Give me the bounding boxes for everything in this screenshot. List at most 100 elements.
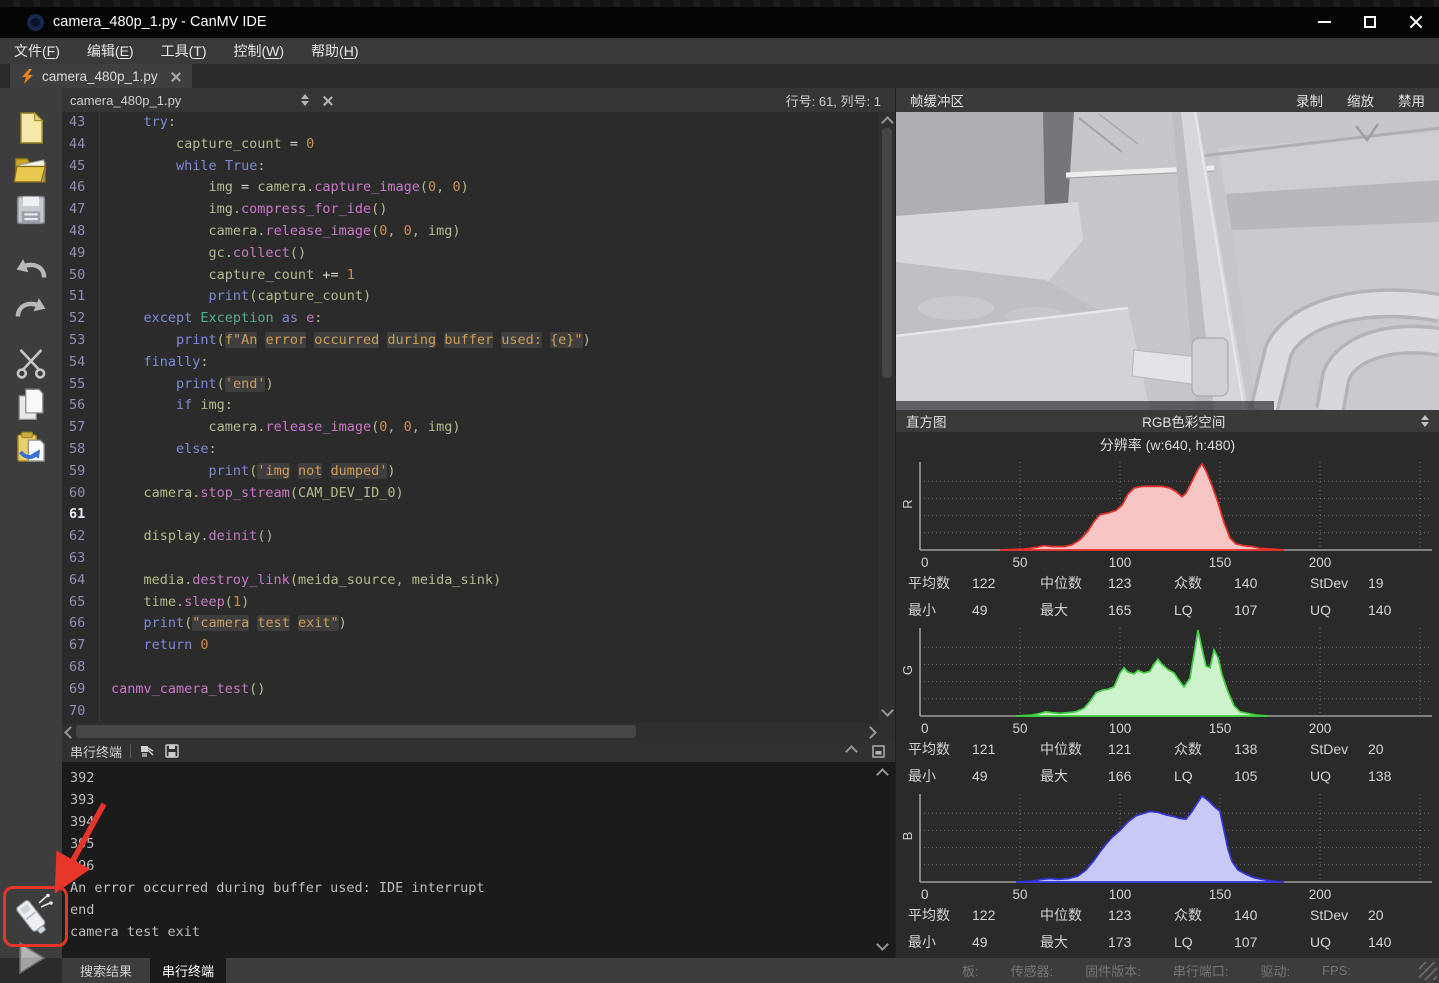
paste-button[interactable]: [15, 431, 47, 465]
scroll-down-icon[interactable]: [881, 704, 894, 717]
code-line-48[interactable]: 48 camera.release_image(0, 0, img): [62, 221, 895, 243]
clear-terminal-icon[interactable]: [139, 744, 155, 759]
close-button[interactable]: [1393, 8, 1439, 36]
menu-tools[interactable]: 工具(T): [161, 41, 207, 61]
stat-label: 众数: [1174, 570, 1234, 596]
colorspace-select[interactable]: RGB色彩空间: [1142, 411, 1225, 431]
record-button[interactable]: 录制: [1296, 90, 1323, 110]
tab-close-icon[interactable]: [170, 71, 181, 82]
histogram-plot-R: 050100150200: [918, 458, 1434, 570]
svg-text:100: 100: [1109, 887, 1132, 902]
run-script-button[interactable]: [18, 942, 46, 979]
code-line-54[interactable]: 54 finally:: [62, 352, 895, 374]
stat-label: LQ: [1174, 597, 1234, 623]
terminal-line: camera test exit: [70, 921, 895, 943]
menu-control[interactable]: 控制(W): [234, 41, 285, 61]
stat-label: 平均数: [908, 736, 972, 762]
line-number: 61: [62, 504, 99, 526]
status-field: 传感器:: [1011, 961, 1054, 980]
scroll-right-icon[interactable]: [864, 726, 877, 739]
editor-header: camera_480p_1.py 行号: 61, 列号: 1: [62, 88, 895, 112]
stat-value: 121: [972, 736, 1040, 762]
tab-label: camera_480p_1.py: [42, 69, 158, 84]
terminal-header: 串行终端: [62, 740, 895, 762]
stat-value: 166: [1108, 763, 1174, 789]
editor-close-icon[interactable]: [322, 95, 333, 106]
line-number: 65: [62, 592, 99, 614]
code-line-60[interactable]: 60 camera.stop_stream(CAM_DEV_ID_0): [62, 483, 895, 505]
stat-label: 最小: [908, 763, 972, 789]
maximize-button[interactable]: [1347, 8, 1393, 36]
code-line-61[interactable]: 61: [62, 504, 895, 526]
menu-edit[interactable]: 编辑(E): [87, 41, 134, 61]
code-line-70[interactable]: 70: [62, 701, 895, 723]
menu-help[interactable]: 帮助(H): [311, 41, 358, 61]
split-updown-icon[interactable]: [301, 94, 309, 106]
frame-buffer-panel: 帧缓冲区 录制 缩放 禁用: [895, 88, 1439, 958]
bottom-tab-search-results[interactable]: 搜索结果: [68, 958, 144, 983]
histogram-header: 直方图 RGB色彩空间: [896, 410, 1439, 432]
code-line-56[interactable]: 56 if img:: [62, 395, 895, 417]
disable-button[interactable]: 禁用: [1398, 90, 1425, 110]
terminal-dock-icon[interactable]: [872, 745, 885, 758]
code-line-47[interactable]: 47 img.compress_for_ide(): [62, 199, 895, 221]
code-line-49[interactable]: 49 gc.collect(): [62, 243, 895, 265]
status-field: 板:: [962, 961, 979, 980]
channel-axis-label: R: [861, 493, 953, 515]
stat-value: 140: [1368, 929, 1439, 955]
camera-preview-image: [896, 112, 1439, 410]
code-line-68[interactable]: 68: [62, 657, 895, 679]
scroll-up-icon[interactable]: [881, 116, 894, 129]
svg-text:200: 200: [1309, 887, 1332, 902]
terminal-collapse-icon[interactable]: [845, 745, 858, 758]
code-line-67[interactable]: 67 return 0: [62, 635, 895, 657]
code-line-65[interactable]: 65 time.sleep(1): [62, 592, 895, 614]
code-line-66[interactable]: 66 print("camera test exit"): [62, 613, 895, 635]
new-file-button[interactable]: [16, 112, 46, 144]
code-editor[interactable]: 43 try:44 capture_count = 045 while True…: [62, 112, 895, 723]
undo-button[interactable]: [14, 252, 48, 282]
svg-text:50: 50: [1012, 887, 1027, 902]
code-line-53[interactable]: 53 print(f"An error occurred during buff…: [62, 330, 895, 352]
zoom-button[interactable]: 缩放: [1347, 90, 1374, 110]
line-number: 55: [62, 374, 99, 396]
stat-label: 中位数: [1040, 902, 1108, 928]
code-line-59[interactable]: 59 print('img not dumped'): [62, 461, 895, 483]
code-line-57[interactable]: 57 camera.release_image(0, 0, img): [62, 417, 895, 439]
minimize-button[interactable]: [1301, 8, 1347, 36]
code-line-44[interactable]: 44 capture_count = 0: [62, 134, 895, 156]
copy-button[interactable]: [15, 388, 47, 422]
code-line-55[interactable]: 55 print('end'): [62, 374, 895, 396]
colorspace-updown-icon[interactable]: [1421, 415, 1429, 427]
code-line-51[interactable]: 51 print(capture_count): [62, 286, 895, 308]
editor-vertical-scrollbar[interactable]: [879, 112, 895, 723]
code-line-62[interactable]: 62 display.deinit(): [62, 526, 895, 548]
stat-value: 123: [1108, 570, 1174, 596]
stat-label: 平均数: [908, 902, 972, 928]
code-line-52[interactable]: 52 except Exception as e:: [62, 308, 895, 330]
terminal-line: 396: [70, 855, 895, 877]
code-line-64[interactable]: 64 media.destroy_link(meida_source, meid…: [62, 570, 895, 592]
open-file-button[interactable]: [13, 153, 49, 185]
code-line-46[interactable]: 46 img = camera.capture_image(0, 0): [62, 177, 895, 199]
code-line-43[interactable]: 43 try:: [62, 112, 895, 134]
code-line-58[interactable]: 58 else:: [62, 439, 895, 461]
save-log-icon[interactable]: [165, 744, 179, 758]
bottom-bar: 搜索结果串行终端 板:传感器:固件版本:串行端口:驱动:FPS:: [62, 958, 1439, 983]
scroll-left-icon[interactable]: [64, 726, 77, 739]
code-line-63[interactable]: 63: [62, 548, 895, 570]
code-line-69[interactable]: 69canmv_camera_test(): [62, 679, 895, 701]
resize-grip-icon[interactable]: [1419, 962, 1437, 980]
serial-terminal-output[interactable]: 392393394395396An error occurred during …: [62, 762, 895, 958]
editor-horizontal-scrollbar[interactable]: [62, 723, 895, 740]
menu-file[interactable]: 文件(F): [14, 41, 60, 61]
code-line-45[interactable]: 45 while True:: [62, 156, 895, 178]
stat-value: 140: [1368, 597, 1439, 623]
bottom-tab-serial-terminal[interactable]: 串行终端: [150, 958, 226, 983]
redo-button[interactable]: [14, 291, 48, 321]
cut-button[interactable]: [14, 347, 48, 379]
line-number: 45: [62, 156, 99, 178]
save-button[interactable]: [15, 194, 47, 226]
code-line-50[interactable]: 50 capture_count += 1: [62, 265, 895, 287]
tab-camera-480p[interactable]: camera_480p_1.py: [10, 64, 192, 88]
